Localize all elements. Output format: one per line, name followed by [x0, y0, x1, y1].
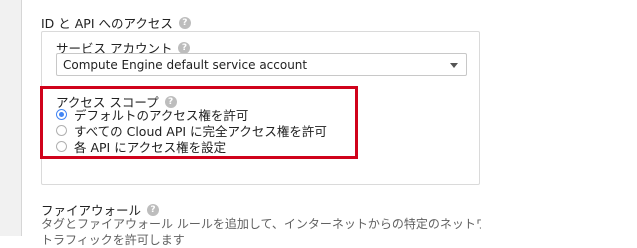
dropdown-caret-icon	[450, 63, 458, 68]
help-icon[interactable]: ?	[178, 41, 191, 54]
radio-button[interactable]	[56, 140, 67, 152]
firewall-description: タグとファイアウォール ルールを追加して、インターネットからの特定のネットワーク…	[41, 216, 481, 248]
help-icon[interactable]: ?	[147, 203, 160, 216]
service-account-selected-value: Compute Engine default service account	[63, 58, 308, 72]
service-account-select[interactable]: Compute Engine default service account	[56, 53, 467, 76]
firewall-description-line: トラフィックを許可します	[41, 233, 185, 247]
radio-button-checked[interactable]	[56, 108, 67, 120]
firewall-description-line: タグとファイアウォール ルールを追加して、インターネットからの特定のネットワーク	[41, 217, 481, 231]
radio-option-label: 各 API にアクセス権を設定	[74, 139, 227, 155]
left-pane	[0, 0, 22, 236]
section-title-text: ID と API へのアクセス	[41, 16, 173, 31]
help-icon[interactable]: ?	[178, 16, 191, 29]
radio-button[interactable]	[56, 124, 67, 136]
radio-option-per-api-access[interactable]: 各 API にアクセス権を設定	[56, 138, 227, 155]
section-title-identity-api: ID と API へのアクセス ?	[41, 13, 191, 32]
